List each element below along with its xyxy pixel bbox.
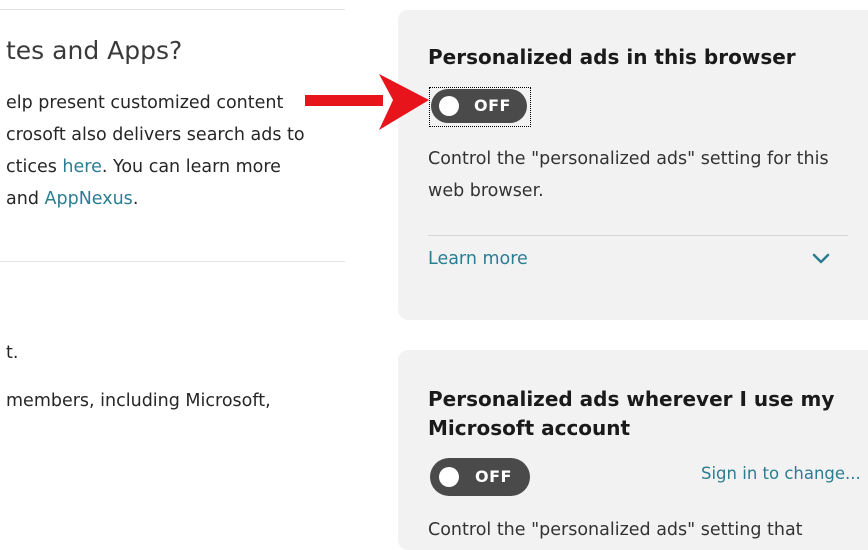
account-ads-toggle[interactable]: OFF xyxy=(430,458,530,496)
browser-ads-card: Personalized ads in this browser OFF Con… xyxy=(398,10,868,320)
body-line-3: ctices here. You can learn more xyxy=(6,157,281,177)
toggle-state-label: OFF xyxy=(475,467,512,486)
body-text: crosoft also delivers search ads to xyxy=(6,125,305,145)
body-text: members, including Microsoft, xyxy=(6,391,271,411)
card-title: Personalized ads in this browser xyxy=(428,45,796,69)
body-text: elp present customized content xyxy=(6,93,284,113)
card-description: Control the "personalized ads" setting f… xyxy=(428,149,829,201)
account-ads-card: Personalized ads wherever I use my Micro… xyxy=(398,350,868,550)
section-heading: tes and Apps? xyxy=(6,36,183,65)
body-line-4: and AppNexus. xyxy=(6,189,138,209)
card-description: Control the "personalized ads" setting t… xyxy=(428,520,803,540)
browser-ads-toggle[interactable]: OFF xyxy=(431,89,527,123)
card-divider xyxy=(428,235,848,236)
body-text: . You can learn more xyxy=(101,157,281,177)
body-line-1: elp present customized content xyxy=(6,93,283,113)
toggle-knob xyxy=(439,467,459,487)
sign-in-link[interactable]: Sign in to change... xyxy=(701,464,861,483)
body-line-6: members, including Microsoft, xyxy=(6,391,271,411)
arrow-right-icon xyxy=(305,74,429,130)
learn-more-link[interactable]: Learn more xyxy=(428,249,528,269)
toggle-state-label: OFF xyxy=(474,96,511,115)
body-text: t. xyxy=(6,343,19,363)
body-line-2: crosoft also delivers search ads to xyxy=(6,125,305,145)
body-text: . xyxy=(132,189,139,209)
chevron-down-icon[interactable] xyxy=(812,253,830,265)
appnexus-link[interactable]: AppNexus xyxy=(45,189,133,209)
body-line-5: t. xyxy=(6,343,18,363)
body-text: ctices xyxy=(6,157,63,177)
here-link[interactable]: here xyxy=(62,157,101,177)
card-title: Personalized ads wherever I use my Micro… xyxy=(428,387,835,440)
body-text: and xyxy=(6,189,45,209)
top-divider xyxy=(0,9,345,10)
toggle-knob xyxy=(439,96,459,116)
middle-divider xyxy=(0,261,345,262)
